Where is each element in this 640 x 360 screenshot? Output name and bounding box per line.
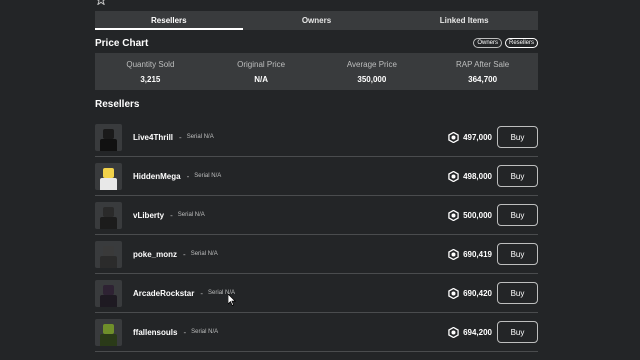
reseller-row: vLiberty - Serial N/A 500,000 Buy [95,196,538,235]
reseller-row: ArcadeRockstar - Serial N/A 690,420 Buy [95,274,538,313]
avatar[interactable] [95,162,122,190]
resellers-section-title: Resellers [95,99,140,110]
tab-owners[interactable]: Owners [243,11,391,30]
tab-linked-items[interactable]: Linked Items [390,11,538,30]
stat-average-price: Average Price 350,000 [317,53,428,90]
robux-icon [448,248,459,260]
stat-value: 3,215 [140,74,161,84]
reseller-username[interactable]: vLiberty [133,211,164,220]
reseller-username[interactable]: ffallensouls [133,328,177,337]
stat-label: Average Price [346,59,397,69]
reseller-row: poke_monz - Serial N/A 690,419 Buy [95,235,538,274]
reseller-price: 500,000 [448,209,492,221]
price-value: 497,000 [463,132,492,142]
reseller-price: 690,420 [448,287,492,299]
robux-icon [448,326,459,338]
buy-button[interactable]: Buy [497,282,538,304]
reseller-username[interactable]: HiddenMega [133,172,181,181]
reseller-price: 498,000 [448,170,492,182]
separator: - [186,171,190,181]
stat-quantity-sold: Quantity Sold 3,215 [95,53,206,90]
tab-bar: Resellers Owners Linked Items [95,11,538,30]
price-value: 694,200 [463,327,492,337]
serial-number: Serial N/A [191,329,219,335]
stat-label: RAP After Sale [456,59,510,69]
robux-icon [448,131,459,143]
reseller-username[interactable]: ArcadeRockstar [133,289,194,298]
avatar[interactable] [95,201,122,229]
stat-value: 364,700 [468,74,498,84]
price-value: 690,419 [463,249,492,259]
price-stats-panel: Quantity Sold 3,215 Original Price N/A A… [95,53,538,90]
reseller-row: Live4Thrill - Serial N/A 497,000 Buy [95,118,538,157]
separator: - [183,327,187,337]
avatar[interactable] [95,279,122,307]
price-value: 500,000 [463,210,492,220]
separator: - [179,132,182,142]
reseller-row: HiddenMega - Serial N/A 498,000 Buy [95,157,538,196]
price-chart-toggle: Owners Resellers [473,38,538,48]
price-value: 690,420 [463,288,492,298]
separator: - [200,288,204,298]
buy-button[interactable]: Buy [497,321,538,343]
buy-button[interactable]: Buy [497,243,538,265]
avatar[interactable] [95,318,122,346]
resellers-list: Live4Thrill - Serial N/A 497,000 Buy Hid… [95,118,538,352]
avatar[interactable] [95,240,122,268]
stat-label: Original Price [237,59,286,69]
reseller-row: ffallensouls - Serial N/A 694,200 Buy [95,313,538,352]
stat-rap-after-sale: RAP After Sale 364,700 [427,53,538,90]
stat-value: 350,000 [357,74,387,84]
stat-value: N/A [254,74,269,84]
separator: - [170,210,173,220]
favorite-star-icon[interactable] [96,0,106,5]
price-chart-title: Price Chart [95,37,149,49]
reseller-price: 694,200 [448,326,492,338]
price-value: 498,000 [463,171,492,181]
mouse-cursor-icon [228,294,236,306]
buy-button[interactable]: Buy [497,165,538,187]
robux-icon [448,287,459,299]
buy-button[interactable]: Buy [497,126,538,148]
reseller-username[interactable]: Live4Thrill [133,133,173,142]
reseller-price: 690,419 [448,248,492,260]
stat-original-price: Original Price N/A [206,53,317,90]
avatar[interactable] [95,123,122,151]
owners-toggle-button[interactable]: Owners [473,38,502,48]
reseller-price: 497,000 [448,131,492,143]
robux-icon [448,209,459,221]
reseller-username[interactable]: poke_monz [133,250,177,259]
serial-number: Serial N/A [177,212,205,218]
serial-number: Serial N/A [194,173,222,179]
serial-number: Serial N/A [186,134,214,140]
resellers-toggle-button[interactable]: Resellers [504,38,538,48]
robux-icon [448,170,459,182]
buy-button[interactable]: Buy [497,204,538,226]
tab-resellers[interactable]: Resellers [95,11,243,30]
separator: - [183,249,186,259]
price-chart-header: Price Chart Owners Resellers [95,36,538,50]
stat-label: Quantity Sold [126,59,175,69]
serial-number: Serial N/A [190,251,218,257]
